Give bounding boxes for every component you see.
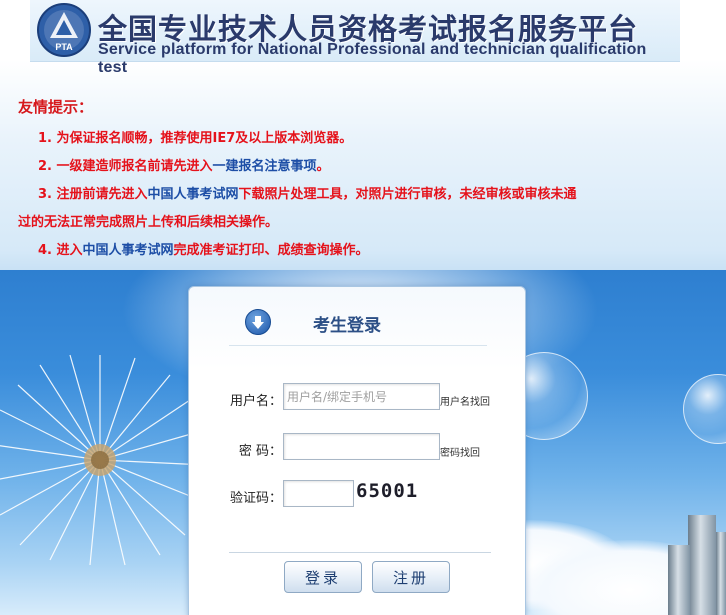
username-input[interactable] — [283, 383, 440, 410]
divider — [229, 345, 487, 346]
password-label: 密 码： — [238, 444, 282, 459]
site-subtitle: Service platform for National Profession… — [98, 41, 647, 76]
pta-logo-icon: PTA — [37, 3, 91, 57]
password-input[interactable] — [283, 433, 440, 460]
captcha-image[interactable]: 65001 — [356, 480, 436, 506]
notice-item-4: 4. 进入中国人事考试网完成准考证打印、成绩查询操作。 — [38, 243, 369, 258]
divider — [229, 552, 491, 553]
captcha-input[interactable] — [283, 480, 354, 507]
password-recover-link[interactable]: 密码找回 — [440, 444, 480, 459]
building — [716, 532, 726, 615]
register-button[interactable]: 注册 — [372, 561, 450, 593]
yijian-notice-link[interactable]: 一建报名注意事项 — [213, 159, 317, 174]
dandelion-image — [0, 354, 206, 566]
svg-text:PTA: PTA — [55, 42, 73, 52]
arrow-down-icon — [245, 309, 271, 335]
header-banner: PTA 全国专业技术人员资格考试报名服务平台 Service platform … — [30, 0, 680, 76]
login-panel: 考生登录 用户名： 用户名找回 密 码： 密码找回 验证码： 65001 登录 … — [188, 286, 526, 615]
cpta-link-2[interactable]: 中国人事考试网 — [83, 243, 174, 258]
login-title: 考生登录 — [313, 316, 381, 336]
cpta-link[interactable]: 中国人事考试网 — [148, 187, 239, 202]
bubble — [683, 374, 726, 444]
username-recover-link[interactable]: 用户名找回 — [440, 393, 490, 408]
notice-item-3: 3. 注册前请先进入中国人事考试网下载照片处理工具，对照片进行审核，未经审核或审… — [38, 187, 577, 202]
login-button[interactable]: 登录 — [284, 561, 362, 593]
notice-title: 友情提示： — [18, 98, 94, 116]
building — [668, 545, 690, 615]
captcha-label: 验证码： — [229, 491, 282, 506]
building — [688, 515, 716, 615]
notice-item-3-cont: 过的无法正常完成照片上传和后续相关操作。 — [18, 215, 279, 230]
username-label: 用户名： — [229, 394, 282, 409]
notice-item-2: 2. 一级建造师报名前请先进入一建报名注意事项。 — [38, 159, 330, 174]
notice-item-1: 1. 为保证报名顺畅，推荐使用IE7及以上版本浏览器。 — [38, 131, 353, 146]
